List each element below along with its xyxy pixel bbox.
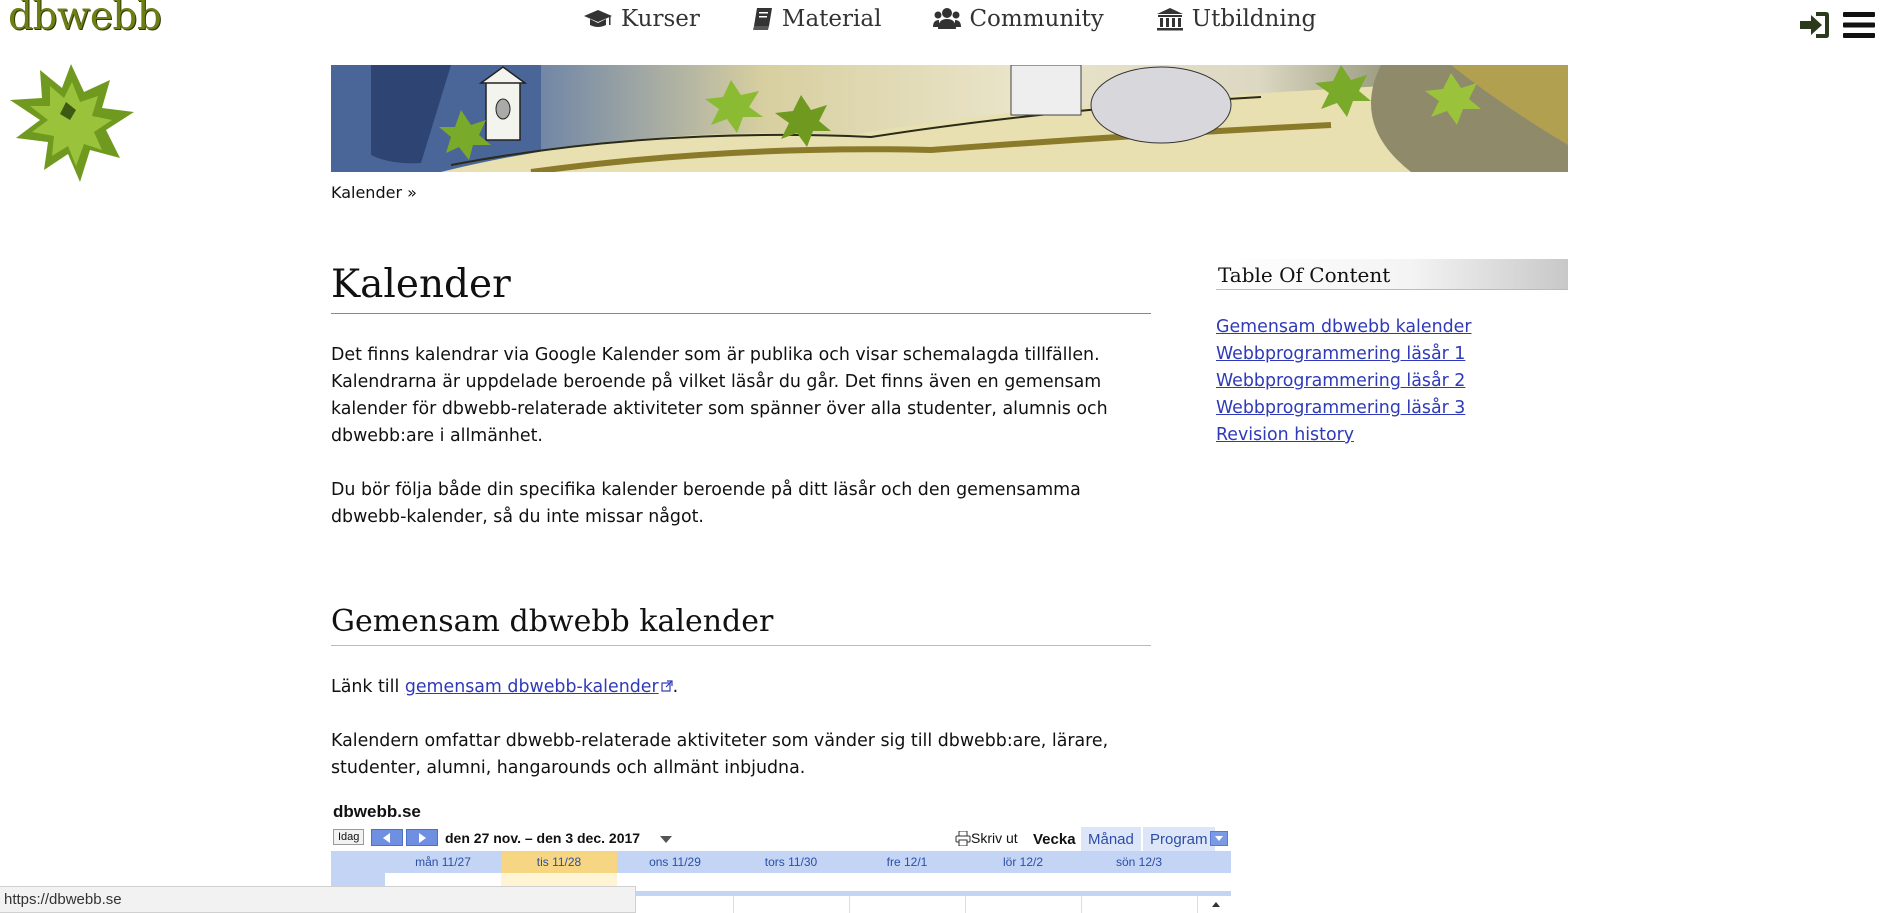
view-dropdown-button[interactable]: [1210, 831, 1228, 846]
nav-kurser[interactable]: Kurser: [583, 6, 700, 32]
breadcrumb[interactable]: Kalender »: [331, 183, 417, 202]
toc-link[interactable]: Webbprogrammering läsår 2: [1216, 371, 1465, 391]
print-label: Skriv ut: [971, 830, 1018, 846]
nav-utbildning[interactable]: Utbildning: [1156, 6, 1317, 32]
hamburger-menu-icon[interactable]: [1843, 11, 1875, 39]
print-button[interactable]: Skriv ut: [955, 830, 1018, 846]
toc-item: Gemensam dbwebb kalender: [1216, 314, 1568, 341]
table-of-content: Table Of Content Gemensam dbwebb kalende…: [1216, 259, 1568, 449]
graduation-cap-icon: [584, 10, 612, 27]
toc-item: Revision history: [1216, 422, 1568, 449]
nav-label: Community: [969, 6, 1104, 32]
next-week-button[interactable]: [406, 829, 438, 846]
toc-item: Webbprogrammering läsår 1: [1216, 341, 1568, 368]
link-prefix: Länk till: [331, 677, 405, 697]
toc-link[interactable]: Revision history: [1216, 425, 1354, 445]
calendar-title: dbwebb.se: [333, 802, 421, 821]
nav-label: Kurser: [621, 6, 700, 32]
day-header[interactable]: tors 11/30: [733, 852, 849, 874]
main-content: Kalender Det finns kalendrar via Google …: [331, 262, 1151, 782]
day-header[interactable]: sön 12/3: [1081, 852, 1197, 874]
printer-icon: [955, 830, 971, 846]
calendar-link-paragraph: Länk till gemensam dbwebb-kalender.: [331, 674, 1151, 701]
nav-label: Utbildning: [1191, 6, 1317, 32]
nav-material[interactable]: Material: [752, 6, 882, 32]
maple-leaf-icon: [10, 64, 134, 182]
toc-item: Webbprogrammering läsår 3: [1216, 395, 1568, 422]
institution-icon: [1156, 8, 1183, 31]
chevron-down-icon[interactable]: [660, 836, 672, 843]
today-button[interactable]: Idag: [333, 829, 365, 845]
calendar-toolbar: Idag den 27 nov. – den 3 dec. 2017 Skriv…: [331, 827, 1231, 852]
calendar-link[interactable]: gemensam dbwebb-kalender: [405, 677, 673, 697]
toc-link[interactable]: Gemensam dbwebb kalender: [1216, 317, 1472, 337]
arrow-right-icon: [419, 833, 426, 843]
chevron-down-icon: [1215, 836, 1223, 841]
calendar-link-text: gemensam dbwebb-kalender: [404, 677, 659, 697]
date-range: den 27 nov. – den 3 dec. 2017: [445, 830, 641, 846]
login-icon[interactable]: [1798, 10, 1830, 40]
toc-link[interactable]: Webbprogrammering läsår 3: [1216, 398, 1465, 418]
link-suffix: .: [672, 677, 679, 697]
tab-agenda[interactable]: Program: [1143, 827, 1215, 852]
day-header[interactable]: fre 12/1: [849, 852, 965, 874]
toc-link[interactable]: Webbprogrammering läsår 1: [1216, 344, 1465, 364]
browser-status-bar: https://dbwebb.se: [0, 886, 636, 913]
arrow-left-icon: [383, 833, 390, 843]
toc-item: Webbprogrammering läsår 2: [1216, 368, 1568, 395]
toc-list: Gemensam dbwebb kalender Webbprogrammeri…: [1216, 314, 1568, 449]
day-header[interactable]: mån 11/27: [385, 852, 501, 874]
tab-month[interactable]: Månad: [1081, 827, 1141, 852]
external-link-icon: [661, 680, 673, 692]
tab-week[interactable]: Vecka: [1026, 827, 1083, 852]
nav-community[interactable]: Community: [933, 6, 1104, 32]
section-heading: Gemensam dbwebb kalender: [331, 604, 1151, 646]
scroll-up-icon[interactable]: [1209, 898, 1223, 910]
site-logo[interactable]: dbwebb: [8, 0, 162, 39]
page-title: Kalender: [331, 262, 1151, 314]
section-description: Kalendern omfattar dbwebb-relaterade akt…: [331, 731, 1109, 778]
nav-label: Material: [781, 6, 882, 32]
top-navigation: Kurser Material Community Utbildning: [583, 6, 1368, 32]
users-icon: [933, 8, 962, 29]
intro-paragraph: Det finns kalendrar via Google Kalender …: [331, 345, 1108, 446]
header-banner-image: [331, 65, 1568, 172]
day-header[interactable]: ons 11/29: [617, 852, 733, 874]
prev-week-button[interactable]: [371, 829, 403, 846]
toc-title: Table Of Content: [1216, 259, 1568, 290]
book-icon: [752, 8, 772, 30]
day-header[interactable]: lör 12/2: [965, 852, 1081, 874]
day-header-today[interactable]: tis 11/28: [501, 852, 617, 874]
intro-paragraph: Du bör följa både din specifika kalender…: [331, 480, 1081, 527]
